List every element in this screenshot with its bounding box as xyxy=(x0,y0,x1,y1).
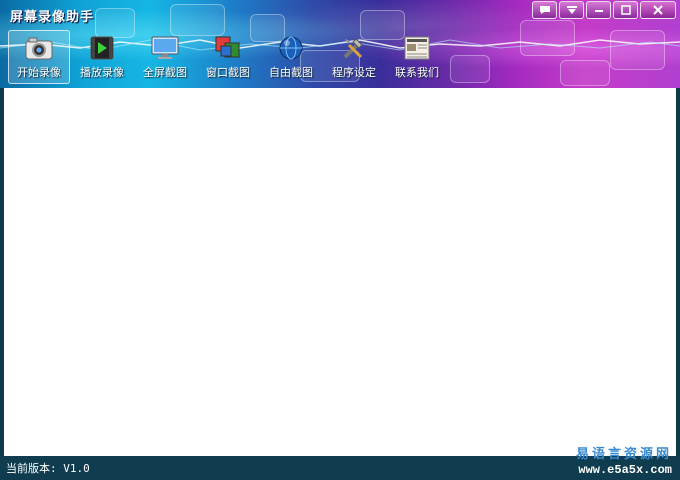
newspaper-icon xyxy=(402,34,432,62)
tool-label: 播放录像 xyxy=(80,66,124,79)
windows-icon xyxy=(213,34,243,62)
tool-free-capture[interactable]: 自由截图 xyxy=(260,30,322,84)
maximize-icon[interactable] xyxy=(613,1,638,19)
chat-icon[interactable] xyxy=(532,1,557,19)
window-controls xyxy=(532,1,676,19)
app-title: 屏幕录像助手 xyxy=(10,10,95,25)
main-toolbar: 开始录像 播放录像 全屏截图 窗口截图 自由截图 程序设定 联系我们 xyxy=(8,30,449,84)
app-window: 屏幕录像助手 开始录像 播放录像 全屏截图 窗口截图 自由截图 程序设定 联系我… xyxy=(0,0,680,480)
tool-label: 联系我们 xyxy=(395,66,439,79)
minimize-icon[interactable] xyxy=(586,1,611,19)
globe-icon xyxy=(276,34,306,62)
tool-label: 全屏截图 xyxy=(143,66,187,79)
tool-label: 自由截图 xyxy=(269,66,313,79)
tool-start-recording[interactable]: 开始录像 xyxy=(8,30,70,84)
watermark-text: 易语言资源网 xyxy=(575,447,672,462)
tool-play-recording[interactable]: 播放录像 xyxy=(71,30,133,84)
tool-fullscreen-capture[interactable]: 全屏截图 xyxy=(134,30,196,84)
camera-icon xyxy=(24,34,54,62)
tool-contact-us[interactable]: 联系我们 xyxy=(386,30,448,84)
tool-label: 开始录像 xyxy=(17,66,61,79)
version-label: 当前版本: V1.0 xyxy=(6,462,90,475)
watermark: 易语言资源网 www.e5a5x.com xyxy=(576,443,672,477)
tool-label: 窗口截图 xyxy=(206,66,250,79)
main-content-area xyxy=(4,88,676,456)
tools-icon xyxy=(339,34,369,62)
play-video-icon xyxy=(87,34,117,62)
tool-program-settings[interactable]: 程序设定 xyxy=(323,30,385,84)
header-banner: 屏幕录像助手 开始录像 播放录像 全屏截图 窗口截图 自由截图 程序设定 联系我… xyxy=(0,0,680,88)
dropdown-icon[interactable] xyxy=(559,1,584,19)
watermark-url: www.e5a5x.com xyxy=(578,463,672,477)
tool-window-capture[interactable]: 窗口截图 xyxy=(197,30,259,84)
close-icon[interactable] xyxy=(640,1,676,19)
tool-label: 程序设定 xyxy=(332,66,376,79)
monitor-icon xyxy=(150,34,180,62)
